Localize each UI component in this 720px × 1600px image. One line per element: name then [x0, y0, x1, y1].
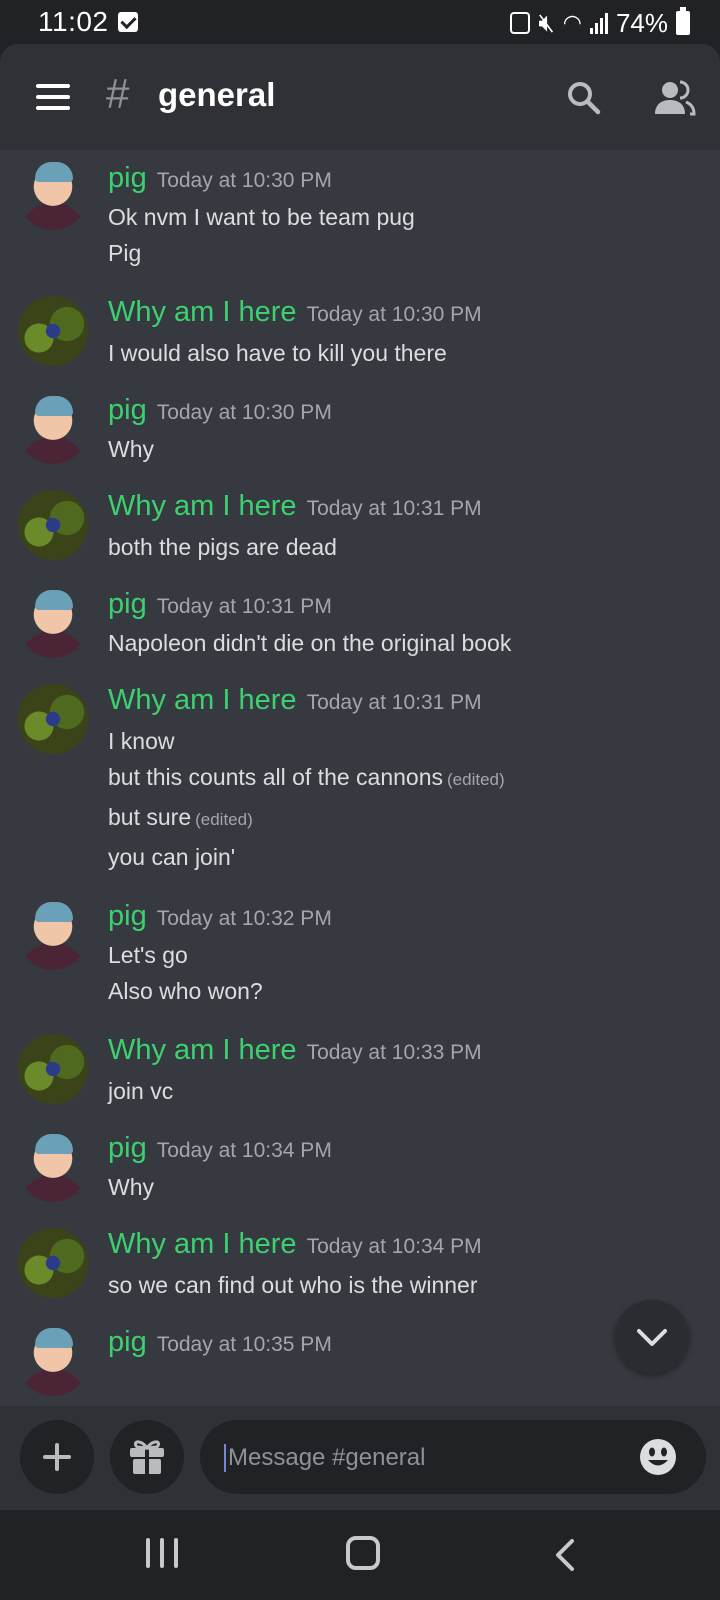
- message-text: Ok nvm I want to be team pug: [108, 204, 415, 230]
- recent-apps-icon[interactable]: [146, 1538, 178, 1568]
- message-list[interactable]: pig Today at 10:30 PM Ok nvm I want to be…: [0, 150, 720, 1406]
- back-icon[interactable]: [554, 1538, 576, 1572]
- message-text: join vc: [108, 1078, 174, 1104]
- edited-label: (edited): [447, 770, 505, 789]
- bug-avatar[interactable]: [18, 490, 88, 560]
- message-text: Also who won?: [108, 978, 263, 1004]
- message-author[interactable]: Why am I here Today at 10:34 PM: [108, 1228, 482, 1261]
- pig-avatar[interactable]: [18, 394, 88, 464]
- gift-icon: [130, 1440, 164, 1474]
- message-author[interactable]: pig Today at 10:34 PM: [108, 1132, 332, 1165]
- message-text: Pig: [108, 240, 142, 266]
- message-text: Why: [108, 1174, 154, 1200]
- bug-avatar[interactable]: [18, 1228, 88, 1298]
- chevron-down-icon: [637, 1329, 667, 1346]
- message-text: you can join': [108, 844, 236, 870]
- message-text: Let's go: [108, 942, 188, 968]
- message-input[interactable]: Message #general: [200, 1420, 706, 1494]
- message-text: I know: [108, 728, 175, 754]
- message-text: Napoleon didn't die on the original book: [108, 630, 512, 656]
- battery-icon: [676, 7, 690, 35]
- menu-icon[interactable]: [36, 84, 70, 110]
- message-timestamp: Today at 10:34 PM: [156, 1139, 332, 1162]
- pig-avatar[interactable]: [18, 900, 88, 970]
- message-timestamp: Today at 10:31 PM: [306, 497, 482, 520]
- message-author[interactable]: pig Today at 10:32 PM: [108, 900, 332, 933]
- message-timestamp: Today at 10:31 PM: [306, 691, 482, 714]
- attach-button[interactable]: [20, 1420, 94, 1494]
- channel-hash-icon: #: [106, 70, 130, 117]
- search-icon[interactable]: [566, 80, 602, 116]
- message-timestamp: Today at 10:35 PM: [156, 1333, 332, 1356]
- channel-name: general: [158, 76, 276, 113]
- signal-icon: [589, 12, 608, 34]
- status-bar: 11:02 🔇︎ ◠ 74%: [0, 0, 720, 44]
- message-text: I would also have to kill you there: [108, 340, 447, 366]
- message-timestamp: Today at 10:33 PM: [306, 1041, 482, 1064]
- pig-avatar[interactable]: [18, 1132, 88, 1202]
- status-icons: 🔇︎ ◠ 74%: [510, 7, 690, 39]
- message-input-placeholder: Message #general: [224, 1444, 425, 1472]
- message-author[interactable]: pig Today at 10:30 PM: [108, 394, 332, 427]
- message-author[interactable]: pig Today at 10:30 PM: [108, 162, 332, 195]
- system-nav-bar: [0, 1510, 720, 1600]
- message-text: but this counts all of the cannons (edite…: [108, 764, 505, 790]
- pig-avatar[interactable]: [18, 1326, 88, 1396]
- jump-to-latest-button[interactable]: [615, 1300, 689, 1374]
- message-text: both the pigs are dead: [108, 534, 337, 560]
- message-timestamp: Today at 10:30 PM: [306, 303, 482, 326]
- message-text: but sure (edited): [108, 804, 253, 830]
- message-timestamp: Today at 10:30 PM: [156, 401, 332, 424]
- notification-check-icon: [118, 12, 138, 32]
- members-icon[interactable]: [652, 78, 696, 118]
- message-timestamp: Today at 10:32 PM: [156, 907, 332, 930]
- message-author[interactable]: Why am I here Today at 10:30 PM: [108, 296, 482, 329]
- status-time: 11:02: [38, 6, 109, 37]
- bug-avatar[interactable]: [18, 684, 88, 754]
- message-author[interactable]: Why am I here Today at 10:31 PM: [108, 490, 482, 523]
- message-author[interactable]: Why am I here Today at 10:31 PM: [108, 684, 482, 717]
- message-timestamp: Today at 10:34 PM: [306, 1235, 482, 1258]
- message-timestamp: Today at 10:30 PM: [156, 169, 332, 192]
- message-composer: Message #general: [0, 1406, 720, 1510]
- wifi-icon: ◠: [562, 10, 582, 35]
- channel-header: # general: [0, 44, 720, 150]
- emoji-icon[interactable]: [638, 1437, 678, 1477]
- gift-button[interactable]: [110, 1420, 184, 1494]
- battery-percent: 74%: [615, 7, 668, 38]
- pig-avatar[interactable]: [18, 160, 88, 230]
- message-text: Why: [108, 436, 154, 462]
- plus-icon: [43, 1443, 71, 1471]
- battery-saver-icon: [510, 12, 531, 34]
- home-icon[interactable]: [346, 1536, 380, 1570]
- message-author[interactable]: Why am I here Today at 10:33 PM: [108, 1034, 482, 1067]
- mute-icon: 🔇︎: [538, 7, 555, 37]
- bug-avatar[interactable]: [18, 1034, 88, 1104]
- message-author[interactable]: pig Today at 10:31 PM: [108, 588, 332, 621]
- message-author[interactable]: pig Today at 10:35 PM: [108, 1326, 332, 1359]
- message-timestamp: Today at 10:31 PM: [156, 595, 332, 618]
- bug-avatar[interactable]: [18, 296, 88, 366]
- edited-label: (edited): [195, 810, 253, 829]
- pig-avatar[interactable]: [18, 588, 88, 658]
- message-text: so we can find out who is the winner: [108, 1272, 478, 1298]
